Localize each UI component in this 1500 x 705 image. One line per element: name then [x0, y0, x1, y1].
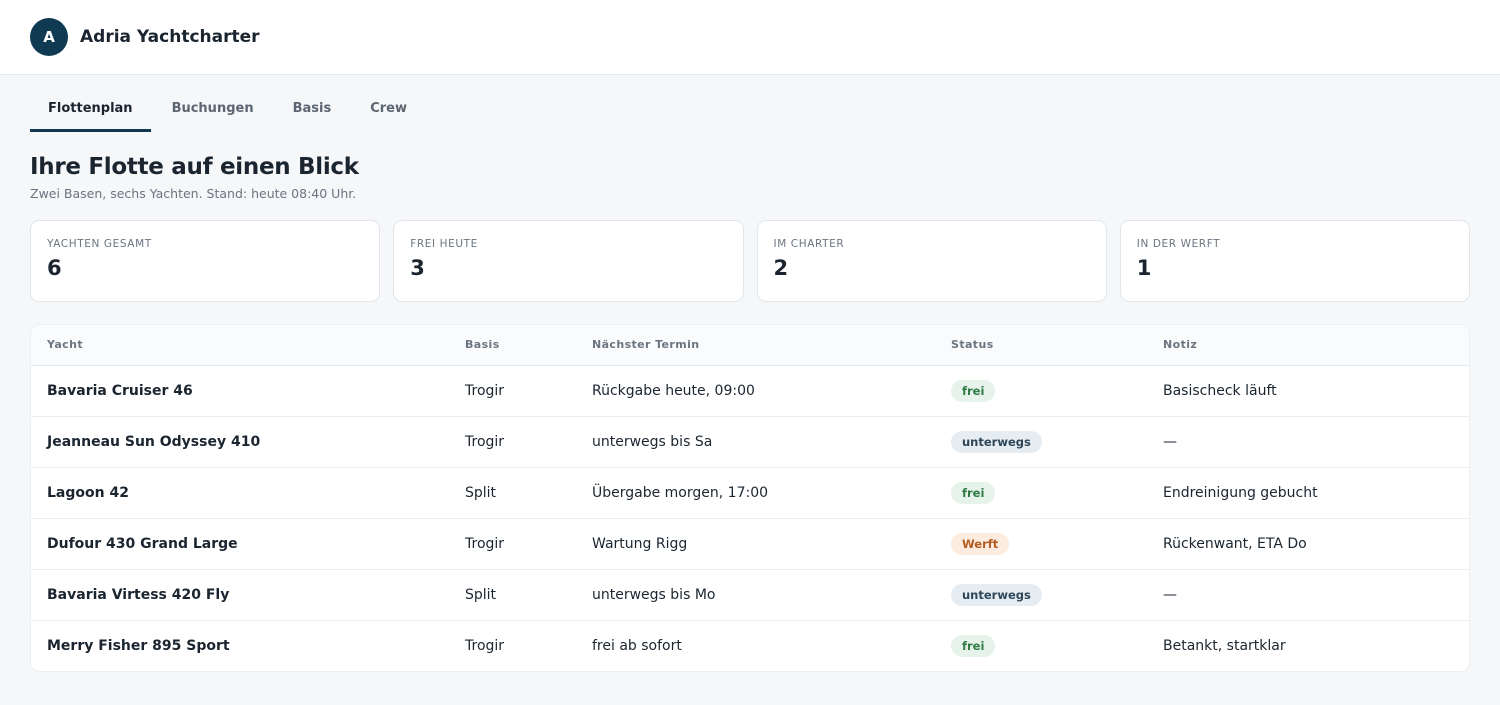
status-badge: unterwegs [951, 583, 1042, 606]
stat-card-in-der-werft: IN DER WERFT 1 [1119, 220, 1470, 302]
table-row[interactable]: Dufour 430 Grand Large Trogir Wartung Ri… [31, 518, 1469, 570]
yacht-termin: frei ab sofort [592, 637, 682, 654]
tab-buchungen[interactable]: Buchungen [154, 92, 272, 132]
tab-bar: Flottenplan Buchungen Basis Crew [30, 92, 1500, 132]
yacht-status: unterwegs [935, 416, 1147, 468]
table-row[interactable]: Bavaria Cruiser 46 Trogir Rückgabe heute… [31, 365, 1469, 417]
yacht-name: Lagoon 42 [31, 467, 449, 519]
yacht-termin: Wartung Rigg [576, 518, 935, 570]
yacht-name: Dufour 430 Grand Large [31, 518, 449, 570]
yacht-status: frei [935, 620, 1147, 671]
table-row[interactable]: Bavaria Virtess 420 Fly Split unterwegs … [31, 569, 1469, 621]
yacht-name: Bavaria Virtess 420 Fly [31, 569, 449, 621]
yacht-notiz: Endreinigung gebucht [1147, 467, 1469, 519]
yacht-termin: Rückgabe heute, 09:00 [576, 365, 935, 417]
fleet-table: Yacht Basis Nächster Termin Status Notiz… [31, 325, 1469, 671]
table-row[interactable]: Lagoon 42 Split Übergabe morgen, 17:00 f… [31, 467, 1469, 519]
stat-value: 1 [1136, 256, 1152, 280]
yacht-basis: Split [449, 569, 576, 621]
yacht-name: Bavaria Cruiser 46 [31, 365, 449, 417]
stat-value: 2 [773, 256, 789, 280]
yacht-name: Jeanneau Sun Odyssey 410 [31, 416, 449, 468]
stat-card-frei-heute: FREI HEUTE 3 [393, 220, 744, 302]
yacht-basis: Trogir [449, 365, 576, 417]
yacht-notiz: Betankt, startklar [1163, 637, 1286, 654]
column-header-termin: Nächster Termin [576, 325, 935, 366]
yacht-name: Merry Fisher 895 Sport [47, 637, 230, 654]
yacht-basis: Split [449, 467, 576, 519]
status-badge: frei [951, 481, 996, 504]
tab-basis[interactable]: Basis [275, 92, 350, 132]
stat-label: FREI HEUTE [410, 238, 478, 250]
yacht-notiz: Rückenwant, ETA Do [1147, 518, 1469, 570]
yacht-status: Werft [935, 518, 1147, 570]
yacht-notiz: — [1147, 416, 1469, 468]
status-badge: frei [951, 634, 996, 657]
table-row[interactable]: Merry Fisher 895 Sport Trogir frei ab so… [31, 620, 1469, 671]
yacht-termin: unterwegs bis Sa [576, 416, 935, 468]
tab-crew[interactable]: Crew [352, 92, 425, 132]
column-header-yacht: Yacht [31, 325, 449, 366]
avatar[interactable]: A [30, 18, 68, 56]
column-header-status: Status [935, 325, 1147, 366]
table-header-row: Yacht Basis Nächster Termin Status Notiz [31, 325, 1469, 366]
stat-card-im-charter: IM CHARTER 2 [756, 220, 1107, 302]
stat-label: IM CHARTER [773, 238, 845, 250]
yacht-notiz: — [1147, 569, 1469, 621]
stat-value: 3 [410, 256, 425, 280]
yacht-status: unterwegs [935, 569, 1147, 621]
yacht-basis: Trogir [449, 518, 576, 570]
fleet-table-card: Yacht Basis Nächster Termin Status Notiz… [30, 324, 1470, 672]
page-subtitle: Zwei Basen, sechs Yachten. Stand: heute … [30, 186, 357, 201]
yacht-status: frei [935, 467, 1147, 519]
top-bar: A Adria Yachtcharter [0, 0, 1500, 75]
yacht-status: frei [935, 365, 1147, 417]
status-badge: unterwegs [951, 430, 1042, 453]
brand-name: Adria Yachtcharter [80, 27, 260, 47]
column-header-basis: Basis [449, 325, 576, 366]
page-title: Ihre Flotte auf einen Blick [30, 154, 359, 180]
stat-value: 6 [47, 256, 62, 280]
yacht-basis: Trogir [449, 416, 576, 468]
stats-row: YACHTEN GESAMT 6 FREI HEUTE 3 IM CHARTER… [30, 220, 1470, 302]
column-header-notiz: Notiz [1147, 325, 1469, 366]
tab-flottenplan[interactable]: Flottenplan [30, 92, 151, 132]
stat-card-yachten-gesamt: YACHTEN GESAMT 6 [30, 220, 381, 302]
status-badge: Werft [951, 532, 1010, 555]
stat-label: YACHTEN GESAMT [47, 238, 152, 250]
table-row[interactable]: Jeanneau Sun Odyssey 410 Trogir unterweg… [31, 416, 1469, 468]
status-badge: frei [951, 379, 996, 402]
yacht-basis: Trogir [465, 637, 505, 654]
stat-label: IN DER WERFT [1136, 238, 1221, 250]
yacht-notiz: Basischeck läuft [1147, 365, 1469, 417]
yacht-termin: Übergabe morgen, 17:00 [576, 467, 935, 519]
yacht-termin: unterwegs bis Mo [576, 569, 935, 621]
